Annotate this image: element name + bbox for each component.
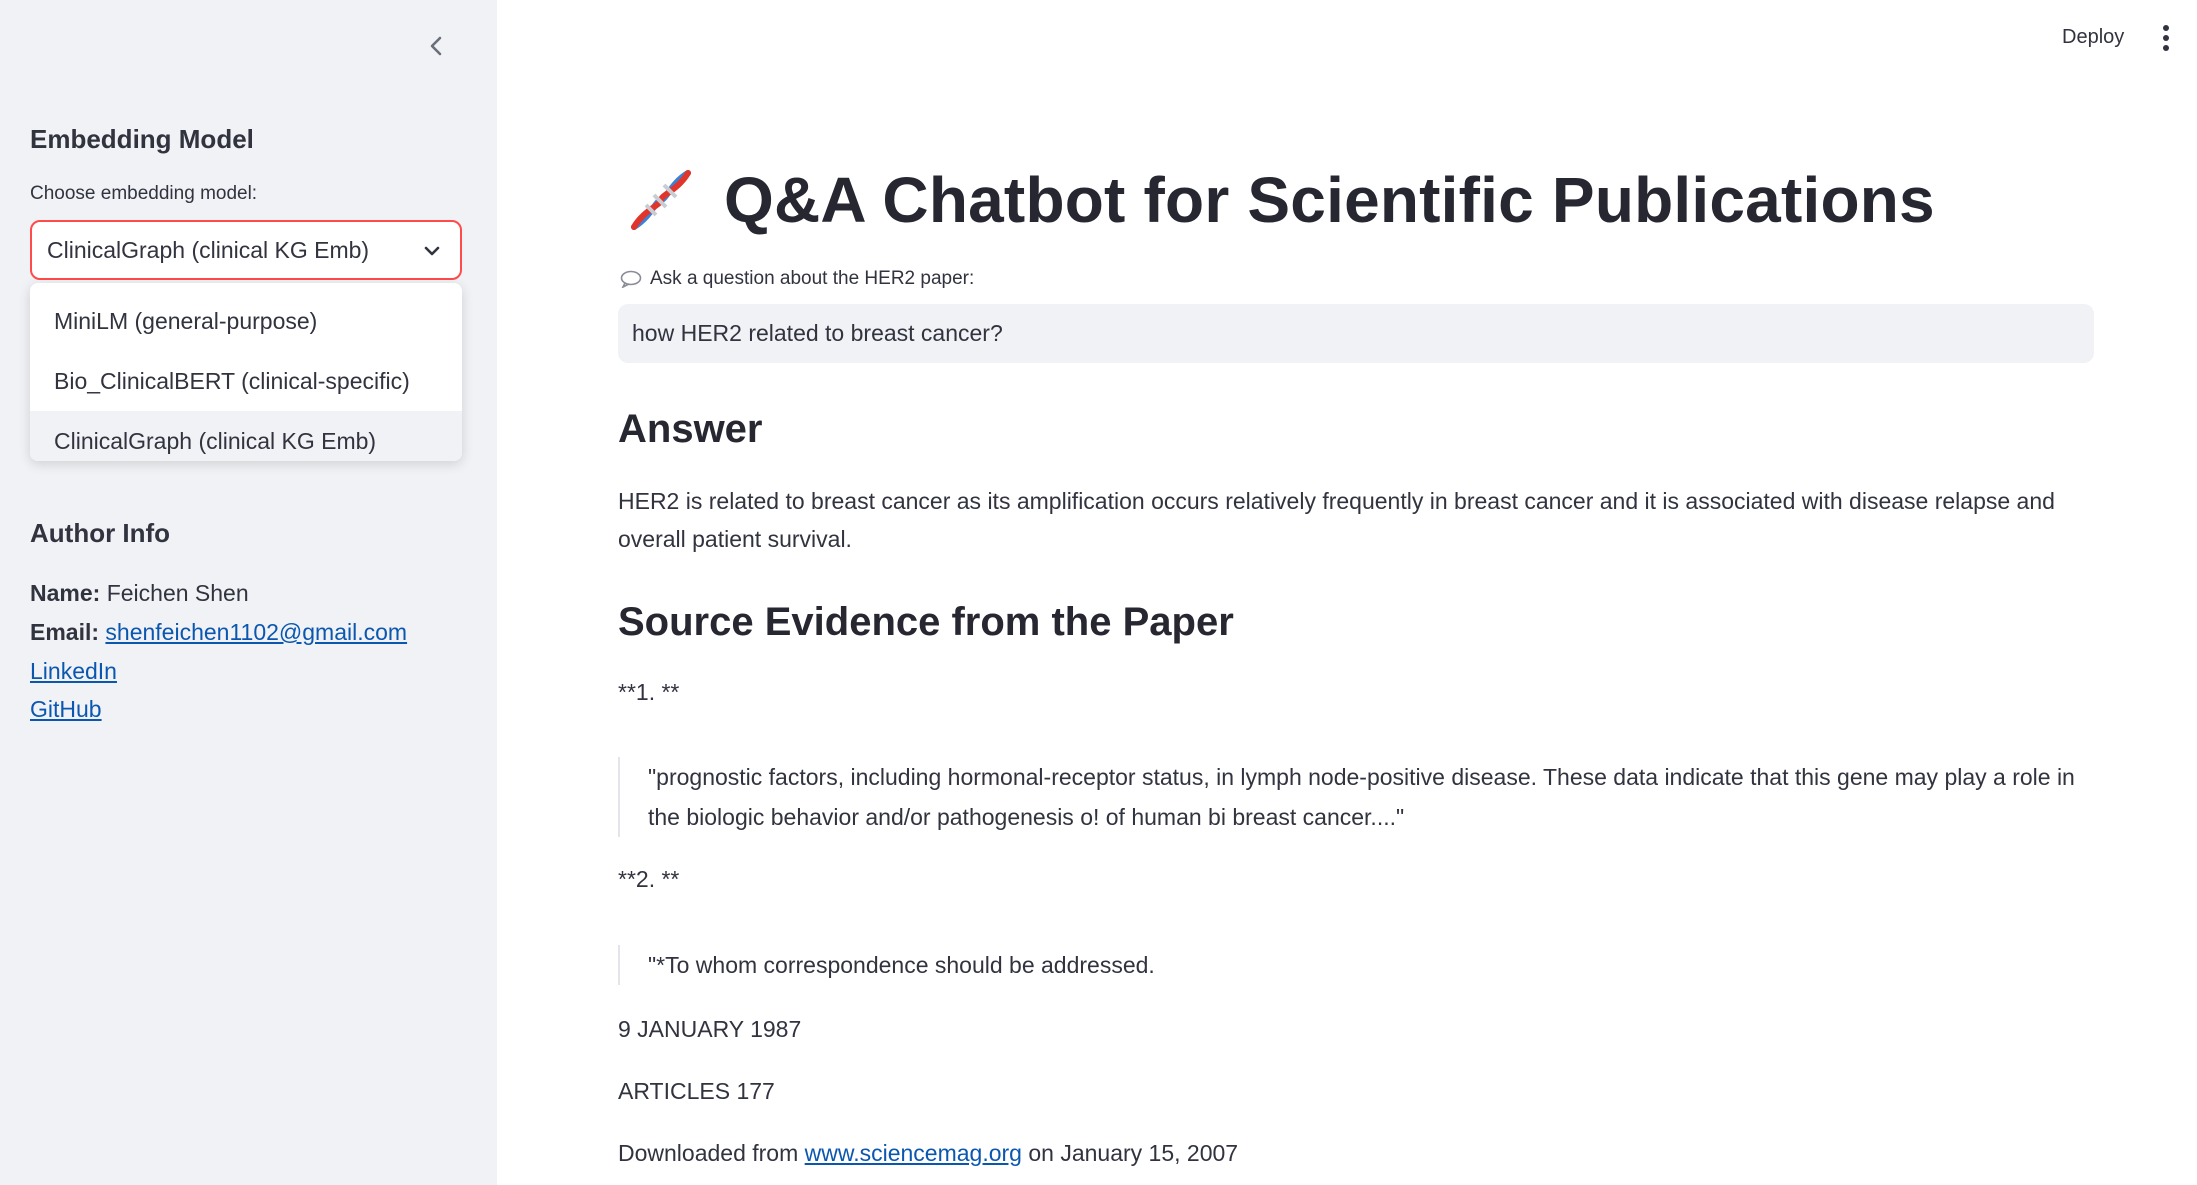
evidence-marker-1: **1. ** [618, 679, 680, 705]
kebab-menu-icon[interactable] [2156, 25, 2176, 53]
linkedin-row: LinkedIn [30, 658, 117, 685]
evidence-marker-2: **2. ** [618, 866, 680, 892]
dna-icon [631, 170, 691, 230]
speech-bubble-icon [620, 270, 642, 288]
option-bio-clinicalbert[interactable]: Bio_ClinicalBERT (clinical-specific) [30, 351, 462, 411]
select-label: Choose embedding model: [30, 183, 258, 204]
embedding-model-heading: Embedding Model [30, 124, 254, 154]
evidence-quote-1: "prognostic factors, including hormonal-… [618, 757, 2098, 837]
sidebar: Embedding Model Choose embedding model: … [0, 0, 497, 1185]
evidence-heading: Source Evidence from the Paper [618, 600, 1234, 644]
question-label-text: Ask a question about the HER2 paper: [650, 268, 975, 289]
downloaded-suffix: on January 15, 2007 [1028, 1140, 1239, 1166]
downloaded-prefix: Downloaded from [618, 1140, 799, 1166]
name-label: Name: [30, 580, 101, 606]
app: Embedding Model Choose embedding model: … [0, 0, 2197, 1185]
github-link[interactable]: GitHub [30, 696, 102, 722]
sciencemag-link[interactable]: www.sciencemag.org [805, 1140, 1022, 1166]
date-line: 9 JANUARY 1987 [618, 1016, 802, 1042]
name-value: Feichen Shen [106, 580, 249, 606]
downloaded-line: Downloaded from www.sciencemag.org on Ja… [618, 1140, 1238, 1167]
author-email: Email: shenfeichen1102@gmail.com [30, 619, 407, 646]
answer-heading: Answer [618, 407, 763, 451]
collapse-sidebar-button[interactable] [418, 28, 454, 64]
question-label: Ask a question about the HER2 paper: [620, 268, 974, 290]
author-name: Name: Feichen Shen [30, 580, 249, 607]
selected-model-value: ClinicalGraph (clinical KG Emb) [47, 236, 370, 263]
chevron-left-icon [430, 36, 442, 56]
option-clinicalgraph[interactable]: ClinicalGraph (clinical KG Emb) [30, 411, 462, 461]
evidence-quote-2: "*To whom correspondence should be addre… [618, 945, 2098, 985]
articles-line: ARTICLES 177 [618, 1078, 775, 1104]
page-title: Q&A Chatbot for Scientific Publications [724, 164, 1935, 236]
email-label: Email: [30, 619, 100, 645]
answer-text: HER2 is related to breast cancer as its … [618, 488, 2055, 552]
linkedin-link[interactable]: LinkedIn [30, 658, 117, 684]
question-input[interactable] [618, 304, 2094, 363]
chevron-down-icon [424, 246, 440, 256]
embedding-model-select[interactable]: ClinicalGraph (clinical KG Emb) [30, 220, 462, 280]
model-dropdown-menu: MiniLM (general-purpose) Bio_ClinicalBER… [30, 283, 462, 461]
page-title-row: Q&A Chatbot for Scientific Publications [626, 155, 1935, 245]
github-row: GitHub [30, 696, 102, 723]
option-minilm[interactable]: MiniLM (general-purpose) [30, 291, 462, 351]
author-info-heading: Author Info [30, 518, 171, 548]
email-link[interactable]: shenfeichen1102@gmail.com [105, 619, 407, 645]
deploy-button[interactable]: Deploy [2062, 26, 2124, 49]
